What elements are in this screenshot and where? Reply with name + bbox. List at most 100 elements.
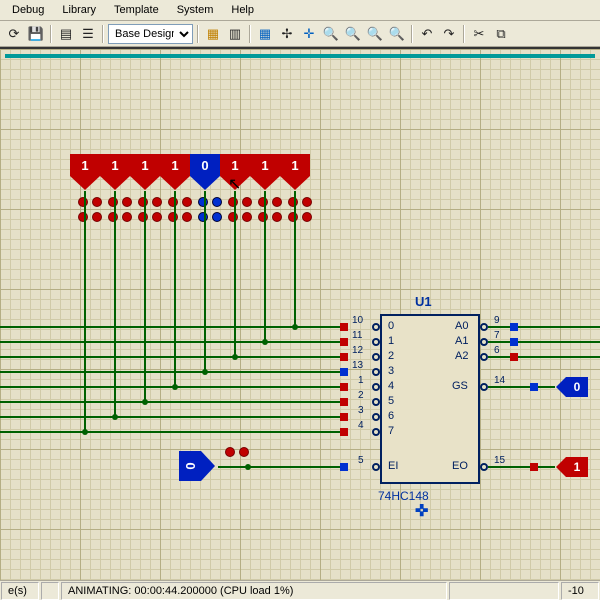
pin-label: 3: [388, 365, 394, 377]
zoom-out-icon[interactable]: 🔍: [343, 24, 363, 44]
pin-num: 4: [358, 420, 364, 431]
probe-icon: [340, 368, 348, 376]
logic-state-4[interactable]: 0: [190, 154, 220, 192]
inversion-bubble-icon: [372, 463, 380, 471]
inversion-bubble-icon: [480, 353, 488, 361]
pin-label: EI: [388, 460, 398, 472]
pin-num: 11: [352, 330, 362, 341]
inversion-bubble-icon: [372, 353, 380, 361]
grid-icon[interactable]: ▦: [255, 24, 275, 44]
inversion-bubble-icon: [372, 338, 380, 346]
probe-icon: [182, 197, 192, 207]
probe-icon: [78, 197, 88, 207]
probe-icon: [108, 212, 118, 222]
pin-num: 3: [358, 405, 364, 416]
menu-system[interactable]: System: [169, 2, 222, 18]
pin-label: 1: [388, 335, 394, 347]
probe-icon: [510, 323, 518, 331]
zoom-in-icon[interactable]: 🔍: [321, 24, 341, 44]
logic-probe-gs[interactable]: 0: [556, 377, 588, 397]
probe-icon: [340, 338, 348, 346]
list-icon[interactable]: ☰: [78, 24, 98, 44]
probe-icon: [530, 383, 538, 391]
probe-icon: [212, 197, 222, 207]
pin-label: GS: [452, 380, 468, 392]
menu-help[interactable]: Help: [223, 2, 262, 18]
inversion-bubble-icon: [372, 368, 380, 376]
toolbar: ⟳ 💾 ▤ ☰ Base Design ▦ ▥ ▦ ✢ ✛ 🔍 🔍 🔍 🔍 ↶ …: [0, 21, 600, 47]
probe-icon: [340, 383, 348, 391]
pin-num: 15: [494, 455, 505, 466]
pin-num: 13: [352, 360, 363, 371]
probe-icon: [288, 197, 298, 207]
undo-icon[interactable]: ↶: [417, 24, 437, 44]
probe-icon: [302, 197, 312, 207]
pin-num: 1: [358, 375, 364, 386]
design-dropdown[interactable]: Base Design: [108, 24, 193, 44]
inversion-bubble-icon: [480, 323, 488, 331]
menu-debug[interactable]: Debug: [4, 2, 52, 18]
report-icon[interactable]: ▦: [203, 24, 223, 44]
pin-label: 4: [388, 380, 394, 392]
logic-state-2[interactable]: 1: [130, 154, 160, 192]
menu-library[interactable]: Library: [54, 2, 104, 18]
pin-num: 6: [494, 345, 500, 356]
inversion-bubble-icon: [372, 383, 380, 391]
chip-ref: U1: [415, 294, 432, 309]
probe-icon: [272, 197, 282, 207]
probe-icon: [92, 197, 102, 207]
probe-icon: [168, 197, 178, 207]
sheet-icon[interactable]: ▤: [56, 24, 76, 44]
notes-icon[interactable]: ▥: [225, 24, 245, 44]
cut-icon[interactable]: ✂: [469, 24, 489, 44]
pin-label: 7: [388, 425, 394, 437]
pin-label: A0: [455, 320, 468, 332]
probe-icon: [272, 212, 282, 222]
probe-icon: [340, 413, 348, 421]
logic-state-6[interactable]: 1: [250, 154, 280, 192]
refresh-icon[interactable]: ⟳: [4, 24, 24, 44]
canvas[interactable]: 1 1 1 1 0 1 1 1: [0, 47, 600, 595]
pin-num: 14: [494, 375, 505, 386]
probe-icon: [225, 447, 235, 457]
pin-num: 12: [352, 345, 363, 356]
logic-state-7[interactable]: 1: [280, 154, 310, 192]
pin-num: 9: [494, 315, 500, 326]
logic-state-3[interactable]: 1: [160, 154, 190, 192]
probe-icon: [198, 197, 208, 207]
redo-icon[interactable]: ↷: [439, 24, 459, 44]
logic-state-0[interactable]: 1: [70, 154, 100, 192]
probe-icon: [510, 353, 518, 361]
probe-icon: [122, 197, 132, 207]
statusbar: e(s) ANIMATING: 00:00:44.200000 (CPU loa…: [0, 580, 600, 600]
pin-label: 6: [388, 410, 394, 422]
probe-icon: [530, 463, 538, 471]
menu-template[interactable]: Template: [106, 2, 167, 18]
pin-num: 5: [358, 455, 364, 466]
pin-label: A1: [455, 335, 468, 347]
probe-icon: [198, 212, 208, 222]
probe-icon: [152, 197, 162, 207]
pin-label: A2: [455, 350, 468, 362]
inversion-bubble-icon: [480, 463, 488, 471]
probe-icon: [138, 197, 148, 207]
copy-icon[interactable]: ⧉: [491, 24, 511, 44]
probe-icon: [228, 197, 238, 207]
logic-probe-eo[interactable]: 1: [556, 457, 588, 477]
origin-icon[interactable]: ✢: [277, 24, 297, 44]
inversion-bubble-icon: [372, 398, 380, 406]
logic-state-1[interactable]: 1: [100, 154, 130, 192]
probe-icon: [152, 212, 162, 222]
probe-icon: [340, 353, 348, 361]
zoom-all-icon[interactable]: 🔍: [365, 24, 385, 44]
probe-icon: [258, 212, 268, 222]
probe-icon: [239, 447, 249, 457]
zoom-area-icon[interactable]: 🔍: [387, 24, 407, 44]
inversion-bubble-icon: [372, 428, 380, 436]
center-icon[interactable]: ✛: [299, 24, 319, 44]
logic-state-ei[interactable]: 0: [179, 451, 217, 481]
probe-icon: [122, 212, 132, 222]
probe-icon: [138, 212, 148, 222]
save-icon[interactable]: 💾: [26, 24, 46, 44]
probe-icon: [182, 212, 192, 222]
